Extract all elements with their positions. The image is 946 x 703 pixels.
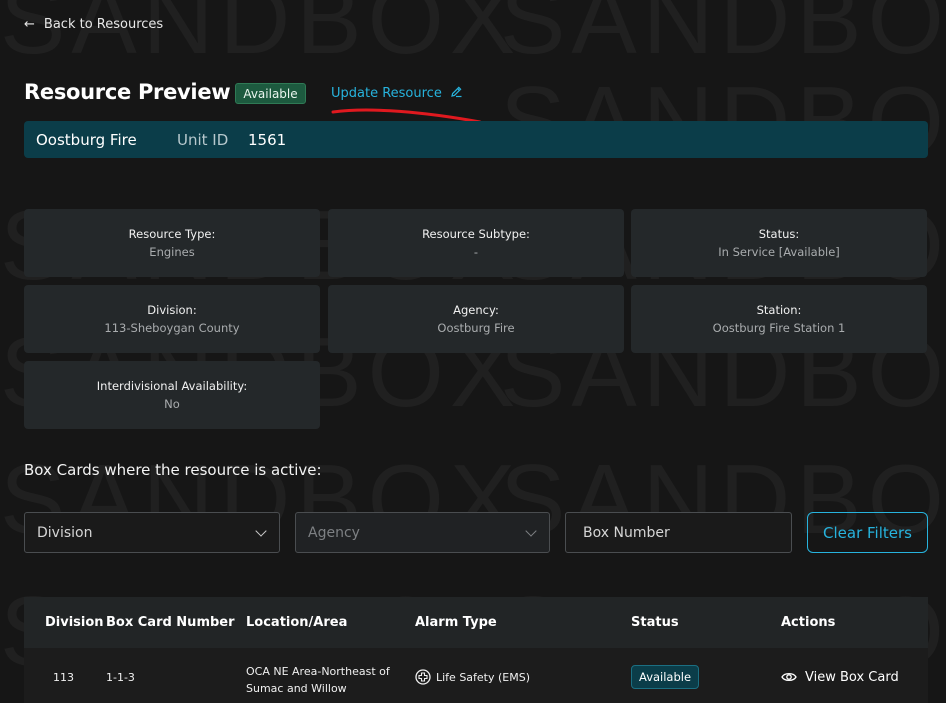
chevron-down-icon [525,524,537,537]
detail-label: Agency: [453,303,499,317]
detail-value: Engines [149,245,195,259]
detail-value: In Service [Available] [718,245,840,259]
detail-value: 113-Sheboygan County [104,321,240,335]
detail-card-resource-subtype: Resource Subtype: - [328,209,624,277]
detail-label: Resource Type: [128,227,216,241]
detail-value: - [473,245,479,259]
column-header-actions: Actions [781,615,836,630]
detail-card-resource-type: Resource Type: Engines [24,209,320,277]
column-header-alarm-type: Alarm Type [415,615,497,630]
detail-label: Resource Subtype: [422,227,530,241]
cell-alarm-type: Life Safety (EMS) [415,669,530,685]
unit-bar: Oostburg Fire Unit ID 1561 [24,121,928,158]
column-header-division: Division [45,615,104,630]
location-line-2: Sumac and Willow [246,682,347,695]
status-badge: Available [235,83,306,104]
resource-preview-page: SANDBOX SANDBOX SANDBOX SANDBOX SANDBOX … [0,0,946,703]
update-resource-label: Update Resource [331,85,442,101]
update-resource-link[interactable]: Update Resource [331,84,463,102]
division-placeholder: Division [37,524,93,541]
cell-location: OCA NE Area-Northeast of Sumac and Willo… [246,663,390,697]
agency-placeholder: Agency [308,524,360,541]
detail-card-agency: Agency: Oostburg Fire [328,285,624,353]
column-header-location: Location/Area [246,615,348,630]
unit-name: Oostburg Fire [36,130,137,149]
medical-cross-icon [415,669,431,685]
cell-status: Available [631,665,700,689]
detail-label: Station: [756,303,802,317]
box-cards-table: Division Box Card Number Location/Area A… [24,597,928,703]
division-select[interactable]: Division [24,512,280,553]
table-row: 113 1-1-3 OCA NE Area-Northeast of Sumac… [24,648,928,703]
box-number-placeholder: Box Number [583,524,670,541]
detail-label: Division: [147,303,197,317]
view-box-card-button[interactable]: View Box Card [781,670,899,685]
view-box-card-label: View Box Card [805,669,899,685]
box-number-input[interactable]: Box Number [565,512,792,553]
watermark: SANDBOX [0,0,521,68]
cell-division: 113 [53,670,74,684]
detail-card-status: Status: In Service [Available] [631,209,927,277]
column-header-status: Status [631,615,679,630]
column-header-box-card-number: Box Card Number [106,615,235,630]
back-to-resources-link[interactable]: ← Back to Resources [24,15,163,33]
location-line-1: OCA NE Area-Northeast of [246,665,390,678]
arrow-left-icon: ← [24,16,35,32]
unit-id-value: 1561 [248,130,287,149]
box-cards-heading: Box Cards where the resource is active: [24,461,322,479]
detail-card-division: Division: 113-Sheboygan County [24,285,320,353]
chevron-down-icon [255,524,267,537]
detail-card-interdivisional-availability: Interdivisional Availability: No [24,361,320,429]
detail-value: No [164,397,180,411]
table-header: Division Box Card Number Location/Area A… [24,597,928,648]
watermark: SANDBOX [500,0,946,68]
detail-value: Oostburg Fire [437,321,515,335]
back-label: Back to Resources [43,16,164,32]
agency-select[interactable]: Agency [295,512,550,553]
clear-filters-button[interactable]: Clear Filters [807,512,928,553]
detail-label: Status: [758,227,800,241]
detail-value: Oostburg Fire Station 1 [712,321,846,335]
status-badge: Available [631,665,700,689]
alarm-type-label: Life Safety (EMS) [436,670,531,684]
detail-label: Interdivisional Availability: [96,379,248,393]
pencil-icon [450,85,463,102]
page-title: Resource Preview [24,80,231,104]
detail-card-station: Station: Oostburg Fire Station 1 [631,285,927,353]
eye-icon [781,672,797,682]
cell-box-card-number: 1-1-3 [106,670,135,684]
unit-id-label: Unit ID [177,130,229,149]
